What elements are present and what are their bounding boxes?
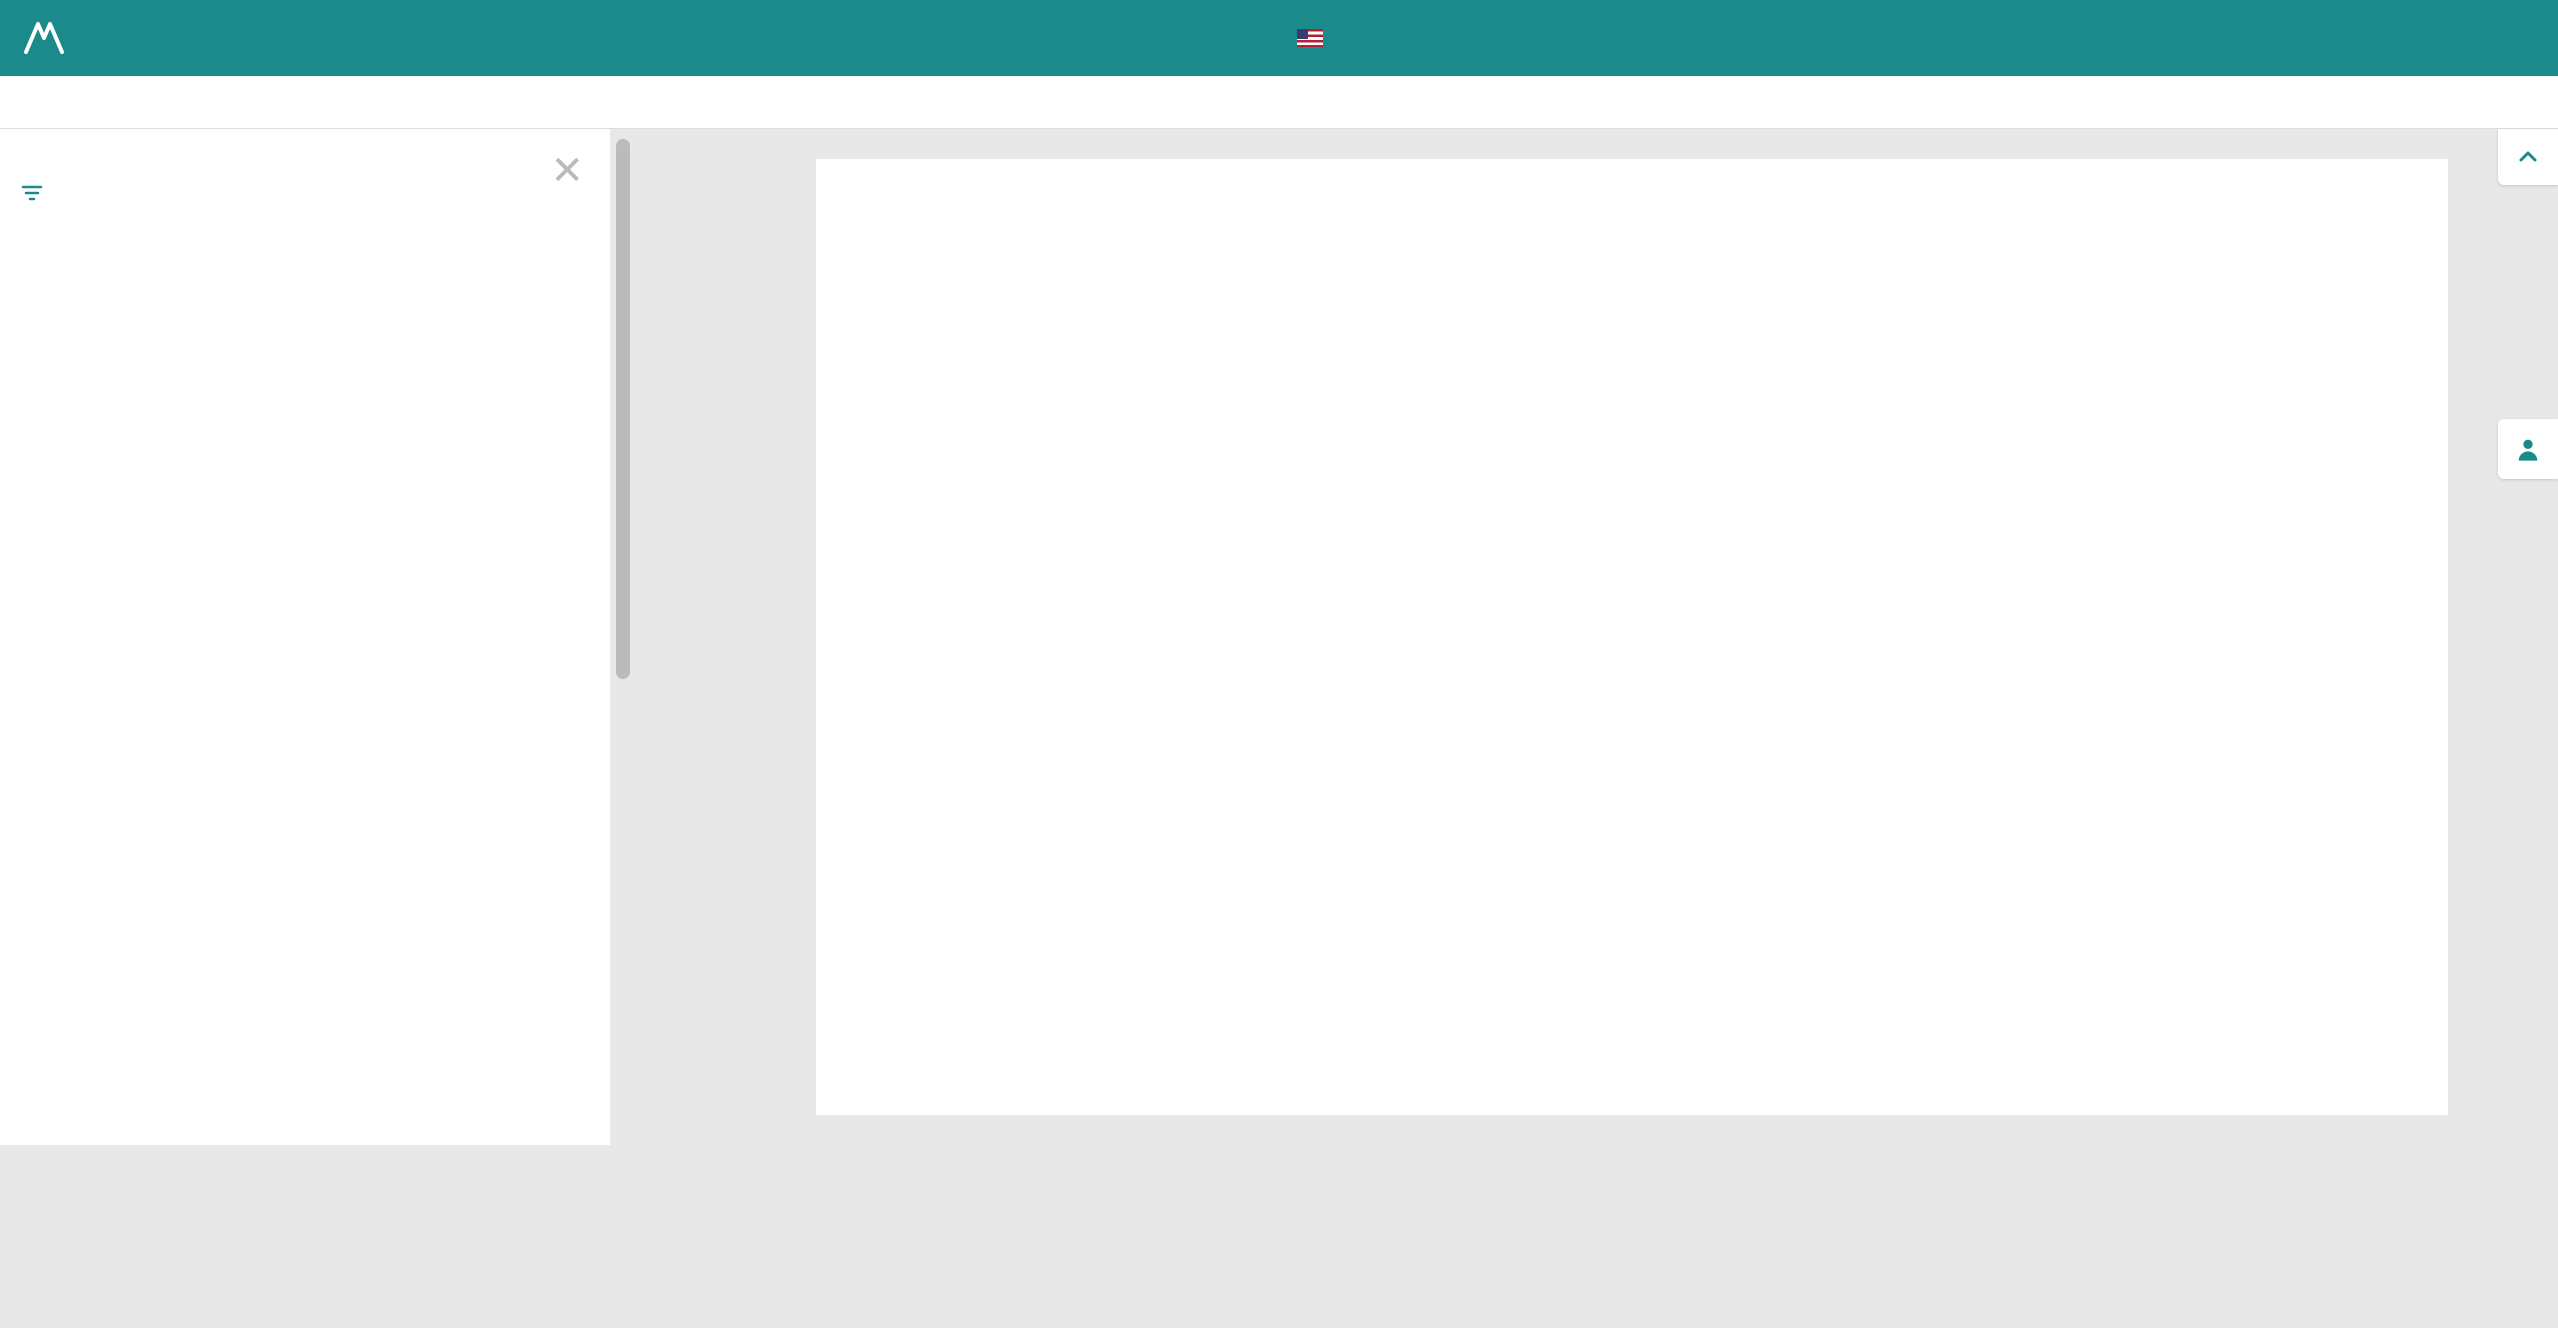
- editor-area: [636, 129, 2558, 1145]
- sidebar: ✕: [0, 129, 610, 1145]
- nav-settings[interactable]: [1289, 0, 1323, 76]
- top-nav: [1235, 0, 1323, 76]
- top-bar: [0, 0, 2558, 76]
- logo-area: [0, 14, 88, 62]
- filter-icon: [20, 181, 44, 205]
- flag-us-icon: [1297, 29, 1323, 47]
- document-paper[interactable]: [816, 159, 2448, 1115]
- collapse-panel-button[interactable]: [2498, 129, 2558, 185]
- scrollbar-thumb[interactable]: [616, 139, 630, 679]
- main-area: ✕: [0, 129, 2558, 1145]
- right-controls: [2498, 129, 2558, 185]
- close-sidebar-button[interactable]: ✕: [550, 147, 584, 194]
- user-icon: [2514, 435, 2542, 463]
- filter-row: [20, 181, 590, 205]
- sidebar-scrollbar[interactable]: [610, 129, 636, 1145]
- user-button[interactable]: [2498, 419, 2558, 479]
- app-logo-icon: [20, 14, 68, 62]
- toolbar: [0, 76, 2558, 129]
- chevron-up-icon: [2516, 145, 2540, 169]
